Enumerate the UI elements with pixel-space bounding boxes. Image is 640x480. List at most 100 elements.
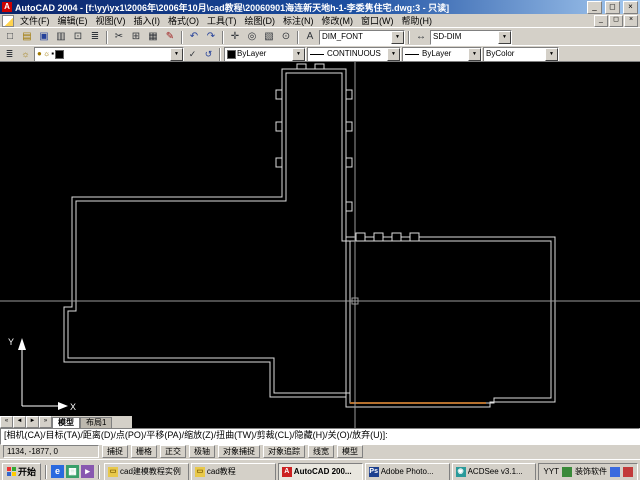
chevron-down-icon[interactable]: ▼	[468, 48, 481, 61]
toggle-osnap[interactable]: 对象捕捉	[218, 445, 260, 458]
chevron-down-icon[interactable]: ▼	[292, 48, 305, 61]
tab-first-icon[interactable]: «	[0, 416, 13, 428]
plot-style-combo[interactable]: ByColor ▼	[483, 47, 559, 62]
media-player-icon[interactable]: ▸	[81, 465, 94, 478]
layer-freeze-icon: ☼	[43, 48, 50, 60]
title-bar: A AutoCAD 2004 - [f:\yy\yx1\2006年\2006年1…	[0, 0, 640, 14]
lineweight-value: ByLayer	[403, 48, 468, 61]
tray-icon[interactable]	[610, 467, 620, 477]
autocad-app-icon: A	[2, 2, 12, 12]
task-acdsee[interactable]: ◉ ACDSee v3.1...	[452, 463, 537, 480]
mdi-minimize-button[interactable]: _	[594, 15, 608, 27]
dim-style-icon[interactable]: ↔	[413, 30, 429, 44]
ime-indicator[interactable]: YYT	[543, 467, 559, 476]
restore-button[interactable]: ◻	[605, 1, 620, 14]
chevron-down-icon[interactable]: ▼	[170, 48, 183, 61]
match-properties-icon[interactable]: ✎	[162, 30, 178, 44]
open-icon[interactable]: ▤	[19, 30, 35, 44]
menu-draw[interactable]: 绘图(D)	[241, 14, 280, 27]
mdi-restore-button[interactable]: ◻	[609, 15, 623, 27]
drawing-canvas[interactable]: Y X	[0, 62, 640, 429]
menu-view[interactable]: 视图(V)	[92, 14, 130, 27]
chevron-down-icon[interactable]: ▼	[387, 48, 400, 61]
floor-plan-walls[interactable]	[64, 64, 555, 407]
toggle-ortho[interactable]: 正交	[160, 445, 186, 458]
color-value: ByLayer	[225, 48, 292, 61]
menu-edit[interactable]: 编辑(E)	[54, 14, 92, 27]
layer-combo[interactable]: ● ☼ ▪ ▼	[34, 47, 184, 62]
toggle-grid[interactable]: 栅格	[131, 445, 157, 458]
text-style-icon[interactable]: A	[302, 30, 318, 44]
start-button[interactable]: 开始	[2, 463, 41, 480]
close-button[interactable]: ×	[623, 1, 638, 14]
dim-style-combo[interactable]: SD-DIM ▼	[430, 30, 512, 45]
layer-color-chip	[55, 50, 64, 59]
pan-icon[interactable]: ✛	[227, 30, 243, 44]
text-style-combo[interactable]: DIM_FONT ▼	[319, 30, 405, 45]
toggle-polar[interactable]: 极轴	[189, 445, 215, 458]
color-combo[interactable]: ByLayer ▼	[224, 47, 306, 62]
windows-logo-icon	[7, 467, 16, 476]
toggle-otrack[interactable]: 对象追踪	[263, 445, 305, 458]
coordinates-readout[interactable]: 1134, -1877, 0	[3, 445, 99, 458]
linetype-combo[interactable]: CONTINUOUS ▼	[307, 47, 401, 62]
toggle-model[interactable]: 模型	[337, 445, 363, 458]
menu-file[interactable]: 文件(F)	[16, 14, 54, 27]
text-style-value: DIM_FONT	[320, 31, 391, 44]
lineweight-preview	[405, 54, 419, 55]
publish-icon[interactable]: ≣	[87, 30, 103, 44]
layer-properties-manager-icon[interactable]: ≣	[2, 48, 17, 61]
drawing-area[interactable]: Y X	[0, 61, 640, 429]
window-symbols[interactable]	[276, 64, 419, 241]
minimize-button[interactable]: _	[587, 1, 602, 14]
menu-insert[interactable]: 插入(I)	[130, 14, 165, 27]
menu-help[interactable]: 帮助(H)	[398, 14, 437, 27]
folder-icon: ▭	[195, 467, 205, 477]
folder-icon: ▭	[108, 467, 118, 477]
properties-toolbar: ≣ ☼ ● ☼ ▪ ▼ ✓ ↺ ByLayer ▼ CONTINUOUS	[0, 45, 640, 62]
layer-states-icon[interactable]: ☼	[18, 48, 33, 61]
zoom-previous-icon[interactable]: ⊙	[278, 30, 294, 44]
paste-icon[interactable]: ▦	[145, 30, 161, 44]
menu-window[interactable]: 窗口(W)	[357, 14, 398, 27]
menu-tools[interactable]: 工具(T)	[203, 14, 241, 27]
zoom-realtime-icon[interactable]: ◎	[244, 30, 260, 44]
tray-icon[interactable]	[623, 467, 633, 477]
layer-previous-icon[interactable]: ↺	[201, 48, 216, 61]
standard-toolbar: □ ▤ ▣ ▥ ⊡ ≣ ✂ ⊞ ▦ ✎ ↶ ↷ ✛ ◎ ▧ ⊙ A DIM_FO…	[0, 27, 640, 46]
task-cad-tutorial[interactable]: ▭ cad教程	[191, 463, 276, 480]
cut-icon[interactable]: ✂	[111, 30, 127, 44]
copy-icon[interactable]: ⊞	[128, 30, 144, 44]
toggle-lineweight[interactable]: 线宽	[308, 445, 334, 458]
task-autocad[interactable]: A AutoCAD 200...	[278, 463, 363, 480]
undo-icon[interactable]: ↶	[186, 30, 202, 44]
lineweight-combo[interactable]: ByLayer ▼	[402, 47, 482, 62]
qnew-icon[interactable]: □	[2, 30, 18, 44]
make-object-layer-current-icon[interactable]: ✓	[185, 48, 200, 61]
chevron-down-icon[interactable]: ▼	[391, 31, 404, 44]
chevron-down-icon[interactable]: ▼	[498, 31, 511, 44]
task-adobe-photoshop[interactable]: Ps Adobe Photo...	[365, 463, 450, 480]
chevron-down-icon[interactable]: ▼	[545, 48, 558, 61]
mdi-close-button[interactable]: ×	[624, 15, 638, 27]
menu-format[interactable]: 格式(O)	[164, 14, 203, 27]
menu-dimension[interactable]: 标注(N)	[279, 14, 318, 27]
tab-model[interactable]: 模型	[52, 417, 80, 428]
window-title: AutoCAD 2004 - [f:\yy\yx1\2006年\2006年10月…	[15, 1, 584, 14]
tab-next-icon[interactable]: ►	[26, 416, 39, 428]
internet-explorer-icon[interactable]: e	[51, 465, 64, 478]
plot-preview-icon[interactable]: ⊡	[70, 30, 86, 44]
menu-modify[interactable]: 修改(M)	[318, 14, 358, 27]
toggle-snap[interactable]: 捕捉	[102, 445, 128, 458]
save-icon[interactable]: ▣	[36, 30, 52, 44]
redo-icon[interactable]: ↷	[203, 30, 219, 44]
zoom-window-icon[interactable]: ▧	[261, 30, 277, 44]
tab-layout1[interactable]: 布局1	[80, 417, 112, 428]
tray-icon[interactable]	[562, 467, 572, 477]
plot-icon[interactable]: ▥	[53, 30, 69, 44]
show-desktop-icon[interactable]: ▦	[66, 465, 79, 478]
tab-last-icon[interactable]: »	[39, 416, 52, 428]
tab-prev-icon[interactable]: ◄	[13, 416, 26, 428]
tray-app-label[interactable]: 装饰软件	[575, 466, 607, 477]
task-cad-modeling-tutorial[interactable]: ▭ cad建模教程实例	[104, 463, 189, 480]
